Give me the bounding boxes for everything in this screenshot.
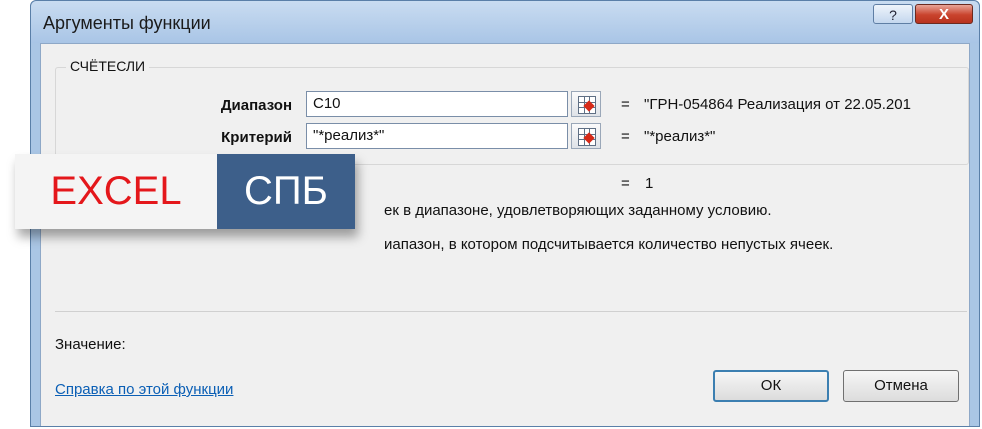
dialog-title: Аргументы функции [43, 13, 211, 33]
watermark-logo: EXCEL СПБ [15, 154, 355, 229]
watermark-excel: EXCEL [15, 154, 217, 229]
dialog-body: СЧЁТЕСЛИ Диапазон C10 = "ГРН-054864 Реал… [40, 43, 970, 426]
criteria-result: "*реализ*" [644, 128, 716, 145]
ok-button[interactable]: ОК [713, 370, 829, 402]
range-result: "ГРН-054864 Реализация от 22.05.201 [644, 96, 911, 113]
range-input[interactable]: C10 [306, 91, 568, 117]
total-equals: = [621, 175, 630, 192]
function-name: СЧЁТЕСЛИ [66, 58, 150, 74]
function-group: СЧЁТЕСЛИ Диапазон C10 = "ГРН-054864 Реал… [55, 58, 969, 165]
watermark-spb: СПБ [217, 154, 355, 229]
function-description: ек в диапазоне, удовлетворяющих заданном… [384, 202, 772, 219]
range-ref-button[interactable] [571, 91, 601, 117]
criteria-input[interactable]: "*реализ*" [306, 123, 568, 149]
cancel-button[interactable]: Отмена [843, 370, 959, 402]
criteria-ref-button[interactable] [571, 123, 601, 149]
value-label: Значение: [55, 336, 126, 353]
arg-label-criteria: Критерий [221, 129, 292, 146]
criteria-equals: = [621, 128, 630, 145]
range-equals: = [621, 96, 630, 113]
help-button[interactable]: ? [873, 4, 913, 24]
close-button[interactable]: X [915, 4, 973, 24]
argument-description: иапазон, в котором подсчитывается количе… [384, 236, 834, 253]
help-link[interactable]: Справка по этой функции [55, 381, 233, 398]
divider [55, 311, 967, 312]
total-result: 1 [645, 175, 654, 192]
arg-label-range: Диапазон [220, 97, 292, 114]
title-bar[interactable]: Аргументы функции ? X [31, 1, 979, 43]
